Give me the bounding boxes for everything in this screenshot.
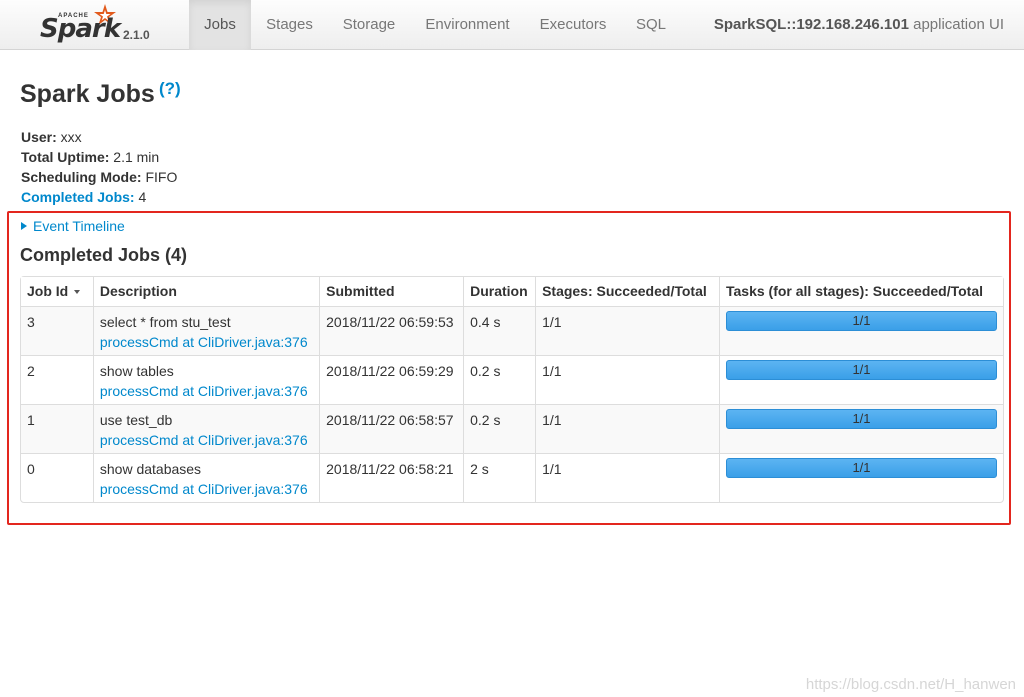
- summary-uptime: Total Uptime: 2.1 min: [21, 147, 177, 167]
- uptime-value: 2.1 min: [109, 149, 160, 165]
- duration-cell: 0.2 s: [463, 355, 536, 404]
- header-duration[interactable]: Duration: [463, 277, 536, 306]
- header-job-id[interactable]: Job Id: [21, 277, 93, 306]
- application-title: SparkSQL::192.168.246.101 application UI: [714, 0, 1004, 50]
- job-id-cell: 3: [21, 306, 93, 355]
- completed-label: Completed Jobs:: [21, 189, 135, 205]
- job-summary: User: xxx Total Uptime: 2.1 min Scheduli…: [21, 127, 177, 207]
- tasks-progress-bar: 1/1: [726, 311, 997, 331]
- header-stages[interactable]: Stages: Succeeded/Total: [535, 277, 719, 306]
- completed-value: 4: [134, 189, 147, 205]
- stages-cell: 1/1: [535, 355, 719, 404]
- tab-environment[interactable]: Environment: [410, 0, 525, 50]
- completed-jobs-link[interactable]: Completed Jobs:: [21, 189, 135, 205]
- duration-cell: 2 s: [463, 453, 536, 502]
- submitted-cell: 2018/11/22 06:59:53: [319, 306, 464, 355]
- page-title: Spark Jobs: [20, 80, 155, 108]
- header-submitted[interactable]: Submitted: [319, 277, 464, 306]
- submitted-cell: 2018/11/22 06:59:29: [319, 355, 464, 404]
- description-cell: use test_db processCmd at CliDriver.java:…: [92, 404, 320, 453]
- application-name: SparkSQL::192.168.246.101: [713, 16, 909, 33]
- table-row: 3 select * from stu_test processCmd at Cl…: [21, 306, 1003, 355]
- summary-scheduling: Scheduling Mode: FIFO: [21, 167, 177, 187]
- tasks-progress-label: 1/1: [852, 313, 871, 328]
- job-description[interactable]: select * from stu_test: [100, 312, 313, 332]
- stages-cell: 1/1: [535, 453, 719, 502]
- help-link[interactable]: (?): [159, 79, 181, 99]
- submitted-cell: 2018/11/22 06:58:57: [319, 404, 464, 453]
- table-row: 0 show databases processCmd at CliDriver.…: [21, 453, 1003, 502]
- event-timeline-toggle[interactable]: Event Timeline: [21, 218, 125, 234]
- job-description[interactable]: show databases: [100, 459, 313, 479]
- tasks-progress-label: 1/1: [852, 362, 871, 377]
- tasks-cell: 1/1: [719, 306, 1003, 355]
- job-callsite-link[interactable]: processCmd at CliDriver.java:376: [100, 479, 313, 499]
- tasks-cell: 1/1: [719, 453, 1003, 502]
- scheduling-value: FIFO: [141, 169, 178, 185]
- spark-logo[interactable]: APACHE Spark 2.1.0: [38, 2, 158, 48]
- table-row: 2 show tables processCmd at CliDriver.jav…: [21, 355, 1003, 404]
- tasks-cell: 1/1: [719, 404, 1003, 453]
- summary-completed: Completed Jobs: 4: [21, 187, 177, 207]
- tab-jobs[interactable]: Jobs: [189, 0, 251, 50]
- job-description[interactable]: show tables: [100, 361, 313, 381]
- job-callsite-link[interactable]: processCmd at CliDriver.java:376: [100, 332, 313, 352]
- table-row: 1 use test_db processCmd at CliDriver.jav…: [21, 404, 1003, 453]
- table-header-row: Job Id Description Submitted Duration St…: [21, 277, 1003, 306]
- job-callsite-link[interactable]: processCmd at CliDriver.java:376: [100, 430, 313, 450]
- stages-cell: 1/1: [535, 306, 719, 355]
- description-cell: select * from stu_test processCmd at CliD…: [92, 306, 320, 355]
- completed-jobs-table: Job Id Description Submitted Duration St…: [20, 276, 1004, 503]
- summary-user: User: xxx: [21, 127, 177, 147]
- tab-storage[interactable]: Storage: [328, 0, 410, 50]
- duration-cell: 0.4 s: [463, 306, 536, 355]
- tasks-progress-bar: 1/1: [726, 458, 997, 478]
- scheduling-label: Scheduling Mode:: [21, 169, 142, 185]
- description-cell: show tables processCmd at CliDriver.java:…: [92, 355, 320, 404]
- application-suffix: application UI: [908, 16, 1004, 33]
- job-id-cell: 1: [21, 404, 93, 453]
- duration-cell: 0.2 s: [463, 404, 536, 453]
- job-callsite-link[interactable]: processCmd at CliDriver.java:376: [100, 381, 313, 401]
- job-id-cell: 2: [21, 355, 93, 404]
- job-description[interactable]: use test_db: [100, 410, 313, 430]
- header-tasks[interactable]: Tasks (for all stages): Succeeded/Total: [719, 277, 1003, 306]
- user-label: User:: [21, 129, 57, 145]
- header-description[interactable]: Description: [92, 277, 320, 306]
- tab-sql[interactable]: SQL: [621, 0, 681, 50]
- user-value: xxx: [56, 129, 82, 145]
- tasks-cell: 1/1: [719, 355, 1003, 404]
- tasks-progress-label: 1/1: [852, 460, 871, 475]
- expand-triangle-icon: [21, 222, 27, 230]
- watermark-text: https://blog.csdn.net/H_hanwen: [805, 676, 1016, 693]
- job-id-cell: 0: [21, 453, 93, 502]
- sort-desc-icon: [74, 290, 81, 294]
- stages-cell: 1/1: [535, 404, 719, 453]
- header-job-id-label: Job Id: [27, 283, 69, 299]
- description-cell: show databases processCmd at CliDriver.ja…: [92, 453, 320, 502]
- tasks-progress-label: 1/1: [852, 411, 871, 426]
- brand-name: Spark: [40, 14, 121, 44]
- brand-version: 2.1.0: [123, 28, 150, 42]
- submitted-cell: 2018/11/22 06:58:21: [319, 453, 464, 502]
- tab-stages[interactable]: Stages: [251, 0, 328, 50]
- top-navbar: APACHE Spark 2.1.0 Jobs Stages Storage E…: [0, 0, 1024, 50]
- tasks-progress-bar: 1/1: [726, 360, 997, 380]
- event-timeline-label: Event Timeline: [33, 218, 125, 234]
- completed-jobs-heading[interactable]: Completed Jobs (4): [20, 245, 187, 266]
- tab-executors[interactable]: Executors: [525, 0, 621, 50]
- tasks-progress-bar: 1/1: [726, 409, 997, 429]
- uptime-label: Total Uptime:: [21, 149, 110, 165]
